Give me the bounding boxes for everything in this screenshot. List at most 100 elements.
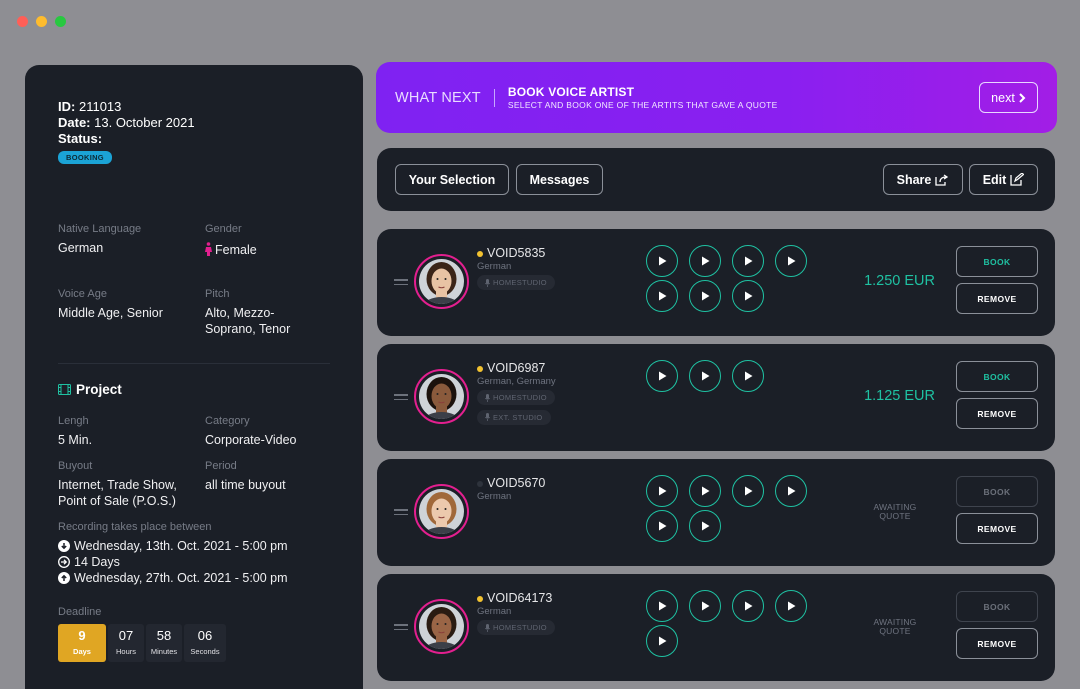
play-sample-button[interactable] [732, 475, 764, 507]
quote-price: 1.125 EUR [864, 388, 935, 404]
play-sample-button[interactable] [689, 280, 721, 312]
edit-button[interactable]: Edit [969, 164, 1038, 195]
play-sample-button[interactable] [646, 280, 678, 312]
play-sample-button[interactable] [689, 590, 721, 622]
studio-tag: EXT. STUDIO [477, 409, 551, 425]
close-window-dot[interactable] [17, 16, 28, 27]
remove-button[interactable]: REMOVE [956, 628, 1038, 659]
play-icon [701, 371, 709, 381]
play-icon [701, 601, 709, 611]
play-icon [744, 371, 752, 381]
drag-handle-icon[interactable] [394, 279, 408, 288]
play-icon [658, 256, 666, 266]
artist-portrait [419, 489, 464, 534]
order-id: ID: 211013 [58, 99, 122, 114]
book-button[interactable]: BOOK [956, 246, 1038, 277]
artist-language: German [477, 606, 512, 617]
play-sample-button[interactable] [732, 245, 764, 277]
countdown-hours: 07 Hours [108, 624, 144, 662]
pitch-field: Pitch Alto, Mezzo-Soprano, Tenor [205, 288, 291, 336]
play-icon [787, 601, 795, 611]
minimize-window-dot[interactable] [36, 16, 47, 27]
next-button[interactable]: next [979, 82, 1038, 113]
category-field: Category Corporate-Video [205, 415, 297, 447]
remove-button[interactable]: REMOVE [956, 283, 1038, 314]
play-sample-button[interactable] [646, 590, 678, 622]
play-sample-button[interactable] [689, 245, 721, 277]
play-sample-button[interactable] [732, 360, 764, 392]
share-icon [935, 173, 949, 186]
arrow-right-circle-icon [58, 556, 70, 568]
play-sample-button[interactable] [775, 475, 807, 507]
status-badge: BOOKING [58, 151, 112, 164]
studio-tag: HOMESTUDIO [477, 275, 555, 290]
artist-name: VOID6987 [477, 361, 556, 376]
play-icon [658, 521, 666, 531]
gender-field: Gender Female [205, 223, 257, 257]
arrow-down-circle-icon [58, 540, 70, 552]
play-sample-button[interactable] [646, 625, 678, 657]
microphone-icon [485, 413, 490, 421]
play-sample-button[interactable] [775, 590, 807, 622]
project-details: Lengh 5 Min. Category Corporate-Video Bu… [58, 415, 330, 521]
availability-dot-icon [477, 250, 483, 257]
play-icon [701, 256, 709, 266]
play-icon [744, 601, 752, 611]
order-date: Date: 13. October 2021 [58, 115, 195, 130]
play-icon [658, 636, 666, 646]
drag-handle-icon[interactable] [394, 394, 408, 403]
messages-tab[interactable]: Messages [516, 164, 603, 195]
edit-icon [1010, 173, 1025, 186]
quote-price: 1.250 EUR [864, 273, 935, 289]
avatar [414, 484, 469, 539]
artist-language: German [477, 491, 512, 502]
countdown-seconds: 06 Seconds [184, 624, 226, 662]
play-sample-button[interactable] [646, 245, 678, 277]
artist-language: German [477, 261, 512, 272]
artist-language: German, Germany [477, 376, 556, 387]
film-icon [58, 384, 71, 395]
banner-title: BOOK VOICE ARTIST [507, 85, 635, 99]
artist-portrait [419, 374, 464, 419]
drag-handle-icon[interactable] [394, 624, 408, 633]
play-sample-button[interactable] [646, 510, 678, 542]
female-icon [205, 242, 212, 256]
book-button[interactable]: BOOK [956, 476, 1038, 507]
drag-handle-icon[interactable] [394, 509, 408, 518]
play-sample-button[interactable] [689, 475, 721, 507]
book-button[interactable]: BOOK [956, 361, 1038, 392]
banner-subtitle: SELECT AND BOOK ONE OF THE ARTITS THAT G… [507, 100, 778, 110]
voice-samples [646, 245, 808, 312]
remove-button[interactable]: REMOVE [956, 513, 1038, 544]
your-selection-tab[interactable]: Your Selection [395, 164, 509, 195]
artist-card: VOID6987 German, Germany HOMESTUDIO EXT.… [377, 344, 1055, 451]
artist-card: VOID5835 German HOMESTUDIO 1.250 EUR BOO… [377, 229, 1055, 336]
recording-end: Wednesday, 27th. Oct. 2021 - 5:00 pm [58, 570, 330, 586]
artist-portrait [419, 259, 464, 304]
play-sample-button[interactable] [646, 475, 678, 507]
play-sample-button[interactable] [732, 280, 764, 312]
artist-name: VOID64173 [477, 591, 555, 606]
artist-info: VOID5670 German [477, 476, 545, 502]
share-button[interactable]: Share [883, 164, 963, 195]
microphone-icon [485, 278, 490, 287]
voice-samples [646, 590, 808, 657]
play-sample-button[interactable] [689, 360, 721, 392]
artist-name: VOID5835 [477, 246, 555, 261]
selection-toolbar: Your Selection Messages Share Edit [377, 148, 1055, 211]
studio-tag: HOMESTUDIO [477, 620, 555, 635]
play-sample-button[interactable] [689, 510, 721, 542]
book-button[interactable]: BOOK [956, 591, 1038, 622]
arrow-up-circle-icon [58, 572, 70, 584]
remove-button[interactable]: REMOVE [956, 398, 1038, 429]
play-sample-button[interactable] [646, 360, 678, 392]
availability-dot-icon [477, 595, 483, 602]
play-sample-button[interactable] [732, 590, 764, 622]
play-icon [744, 291, 752, 301]
project-title: Project [58, 382, 330, 397]
zoom-window-dot[interactable] [55, 16, 66, 27]
play-sample-button[interactable] [775, 245, 807, 277]
recording-start: Wednesday, 13th. Oct. 2021 - 5:00 pm [58, 538, 330, 554]
play-icon [787, 256, 795, 266]
play-icon [658, 486, 666, 496]
